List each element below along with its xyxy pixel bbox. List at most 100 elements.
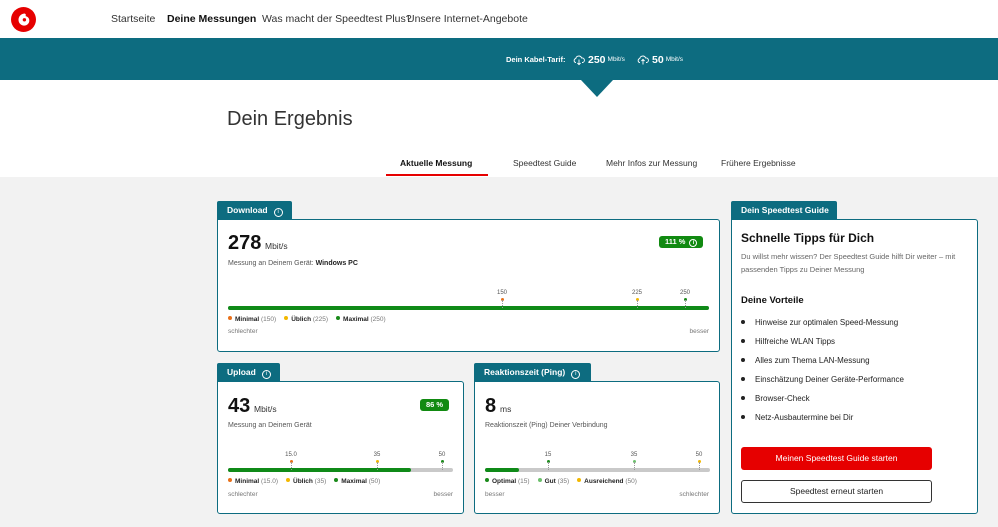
ping-left-word: besser [485,491,505,498]
ping-value: 8 [485,395,497,417]
download-threshold-tick [502,300,503,308]
download-right-word: besser [689,328,709,335]
ping-threshold-tick [634,462,635,470]
download-threshold-label: 225 [631,290,642,296]
upload-threshold-tick [442,462,443,470]
download-threshold-tick [637,300,638,308]
guide-text: Du willst mehr wissen? Der Speedtest Gui… [741,252,956,274]
upload-legend-dot [286,478,290,482]
download-legend-item: Minimal (150) [228,316,276,323]
download-legend-value: (150) [259,316,277,323]
benefit-item: Alles zum Thema LAN-Messung [741,356,870,365]
vodafone-logo-icon[interactable] [11,7,36,32]
ping-legend-item: Ausreichend (50) [577,478,637,485]
download-legend-dot [228,316,232,320]
upload-card: 43 Mbit/s Messung an Deinem Gerät 86 % 1… [217,381,464,514]
nav-deine-messungen[interactable]: Deine Messungen [167,13,256,25]
download-threshold-label: 250 [679,290,690,296]
download-legend-value: (250) [368,316,386,323]
upload-meter: 15.0 35 50 [228,452,453,474]
upload-legend-item: Minimal (15.0) [228,478,278,485]
upload-title: Upload [227,367,256,377]
ping-threshold-tick [699,462,700,470]
ping-legend-value: (50) [623,478,637,485]
ping-meter: 15 35 50 [485,452,710,474]
info-icon[interactable]: i [261,370,271,379]
ping-legend-dot [485,478,489,482]
active-tab-indicator [386,174,488,176]
ping-threshold-label: 15 [544,452,552,458]
info-icon[interactable]: i [273,208,283,217]
download-device: Windows PC [315,260,358,267]
ping-legend-value: (35) [555,478,570,485]
ping-legend: Optimal (15) Gut (35) Ausreichend (50) [485,478,645,485]
upload-legend: Minimal (15.0) Üblich (35) Maximal (50) [228,478,388,485]
ping-threshold-tick [548,462,549,470]
ping-meter-track [485,468,710,472]
guide-heading: Schnelle Tipps für Dich [741,231,875,245]
ping-legend-item: Gut (35) [537,478,570,485]
upload-subtitle: Messung an Deinem Gerät [228,422,312,429]
tab-aktuelle-messung[interactable]: Aktuelle Messung [400,158,472,168]
start-guide-button[interactable]: Meinen Speedtest Guide starten [741,447,932,470]
download-value: 278 [228,232,262,254]
nav-internet-angebote[interactable]: Unsere Internet-Angebote [407,13,528,25]
upload-percent-badge: 86 % [420,399,450,411]
ping-right-word: schlechter [679,491,709,498]
tarif-upload-unit: Mbit/s [665,56,684,64]
download-meter: 150 225 250 [228,290,709,312]
ping-legend-item: Optimal (15) [485,478,530,485]
ping-legend-name: Gut [544,478,556,485]
upload-legend-name: Minimal [235,478,260,485]
download-title: Download [227,205,268,215]
upload-meter-track [228,468,453,472]
download-threshold-label: 150 [496,290,507,296]
upload-legend-item: Üblich (35) [286,478,326,485]
nav-speedtest-plus[interactable]: Was macht der Speedtest Plus? [262,13,412,25]
info-icon[interactable]: i [571,370,581,379]
ping-threshold-label: 50 [695,452,703,458]
tab-speedtest-guide[interactable]: Speedtest Guide [513,158,576,168]
upload-legend-name: Üblich [293,478,313,485]
upload-card-tab: Upload i [217,363,280,383]
download-legend-dot [284,316,289,320]
download-threshold-tick [685,300,686,308]
download-card: 278 Mbit/s Messung an Deinem Gerät: Wind… [217,219,720,352]
restart-speedtest-button[interactable]: Speedtest erneut starten [741,480,932,503]
tab-mehr-infos[interactable]: Mehr Infos zur Messung [606,158,697,168]
cloud-upload-icon [637,55,649,65]
tab-fruehere-ergebnisse[interactable]: Frühere Ergebnisse [721,158,796,168]
cloud-download-icon [573,55,585,66]
ping-legend-dot [537,478,542,482]
tarif-bar: Dein Kabel-Tarif: 250 Mbit/s 50 Mbit/s [0,38,998,80]
ping-title: Reaktionszeit (Ping) [484,367,566,377]
top-navigation: Startseite Deine Messungen Was macht der… [0,0,998,38]
ping-card-tab: Reaktionszeit (Ping) i [474,363,591,383]
upload-legend-value: (15.0) [259,478,278,485]
upload-legend-value: (50) [366,478,381,485]
info-icon[interactable]: i [689,239,698,247]
tarif-download-value: 250 [588,53,606,66]
ping-legend-value: (15) [516,478,530,485]
ping-card: 8 ms Reaktionszeit (Ping) Deiner Verbind… [474,381,720,514]
tarif-label: Dein Kabel-Tarif: [506,55,566,64]
upload-threshold-tick [377,462,378,470]
download-legend-name: Maximal [343,316,369,323]
nav-startseite[interactable]: Startseite [111,13,155,25]
download-legend-name: Üblich [291,316,312,323]
page-title: Dein Ergebnis [227,108,353,130]
ping-meter-fill [485,468,519,472]
benefit-item: Browser-Check [741,394,810,403]
upload-legend-name: Maximal [341,478,367,485]
upload-threshold-label: 50 [438,452,446,458]
benefit-item: Hilfreiche WLAN Tipps [741,337,835,346]
benefit-item: Einschätzung Deiner Geräte-Performance [741,375,904,384]
upload-legend-value: (35) [312,478,327,485]
result-header [0,80,998,177]
upload-left-word: schlechter [228,491,258,498]
tarif-upload-value: 50 [652,53,664,66]
download-card-tab: Download i [217,201,292,221]
ping-subtitle: Reaktionszeit (Ping) Deiner Verbindung [485,422,608,429]
benefits-heading: Deine Vorteile [741,295,804,306]
download-subtitle: Messung an Deinem Gerät: Windows PC [228,260,358,267]
